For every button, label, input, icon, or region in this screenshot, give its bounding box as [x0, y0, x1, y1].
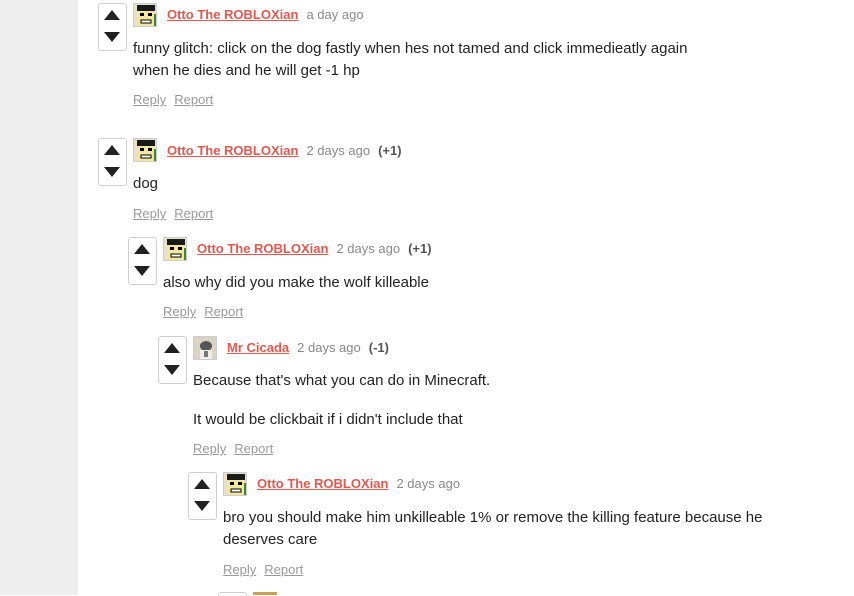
upvote-icon[interactable] [104, 145, 120, 155]
cicada-avatar-icon [194, 337, 216, 359]
author-link[interactable]: Otto The ROBLOXian [257, 476, 388, 491]
reply-link[interactable]: Reply [193, 441, 226, 456]
author-link[interactable]: Otto The ROBLOXian [167, 143, 298, 158]
robloxian-avatar-icon [224, 473, 246, 495]
author-link[interactable]: Otto The ROBLOXian [197, 241, 328, 256]
score-badge: (+1) [408, 241, 432, 256]
avatar[interactable] [133, 3, 157, 27]
downvote-icon[interactable] [104, 167, 120, 177]
avatar[interactable] [193, 336, 217, 360]
robloxian-avatar-icon [134, 4, 156, 26]
upvote-icon[interactable] [104, 10, 120, 20]
score-badge: (+1) [378, 143, 402, 158]
comment-text-line: funny glitch: click on the dog fastly wh… [133, 40, 688, 57]
comment-text-line: deserves care [223, 531, 318, 548]
comment-text-line: bro you should make him unkilleable 1% o… [223, 509, 763, 526]
comment-body: Because that's what you can do in Minecr… [193, 370, 490, 431]
avatar[interactable] [223, 472, 247, 496]
comment-text-line: Because that's what you can do in Minecr… [193, 372, 491, 389]
report-link[interactable]: Report [264, 562, 303, 577]
timestamp: 2 days ago [297, 340, 361, 355]
avatar[interactable] [163, 237, 187, 261]
vote-controls [188, 472, 217, 520]
comment-actions: Reply Report [193, 441, 281, 457]
downvote-icon[interactable] [134, 266, 150, 276]
vote-controls [98, 3, 127, 51]
reply-link[interactable]: Reply [133, 92, 166, 107]
upvote-icon[interactable] [164, 343, 180, 353]
comment-actions: Reply Report [133, 206, 221, 222]
comment-actions: Reply Report [133, 92, 221, 108]
report-link[interactable]: Report [174, 92, 213, 107]
comment-text-line: It would be clickbait if i didn't includ… [193, 411, 463, 428]
downvote-icon[interactable] [104, 32, 120, 42]
comment-meta: Otto The ROBLOXian a day ago [167, 7, 364, 23]
next-comment-votes-partial [218, 592, 247, 596]
score-badge: (-1) [368, 340, 389, 355]
upvote-icon[interactable] [134, 244, 150, 254]
avatar[interactable] [133, 138, 157, 162]
comment-meta: Mr Cicada 2 days ago (-1) [227, 340, 389, 356]
comment-meta: Otto The ROBLOXian 2 days ago (+1) [197, 241, 432, 257]
downvote-icon[interactable] [194, 501, 210, 511]
comment-body: bro you should make him unkilleable 1% o… [223, 507, 762, 551]
downvote-icon[interactable] [164, 365, 180, 375]
timestamp: 2 days ago [336, 241, 401, 256]
comment-text-line: dog [133, 175, 159, 192]
vote-controls [158, 336, 187, 384]
comment-actions: Reply Report [223, 562, 311, 578]
comment-text-line: when he dies and he will get -1 hp [133, 62, 360, 79]
left-margin-bar [0, 0, 78, 595]
comment-text-line: also why did you make the wolf killeable [163, 274, 429, 291]
author-link[interactable]: Otto The ROBLOXian [167, 7, 298, 22]
report-link[interactable]: Report [234, 441, 273, 456]
comment-body: also why did you make the wolf killeable [163, 272, 429, 294]
comment-actions: Reply Report [163, 304, 251, 320]
reply-link[interactable]: Reply [223, 562, 256, 577]
robloxian-avatar-icon [134, 139, 156, 161]
reply-link[interactable]: Reply [133, 206, 166, 221]
author-link[interactable]: Mr Cicada [227, 340, 289, 355]
comment-meta: Otto The ROBLOXian 2 days ago [257, 476, 460, 492]
timestamp: 2 days ago [306, 143, 371, 158]
vote-controls [128, 237, 157, 285]
comment-body: funny glitch: click on the dog fastly wh… [133, 38, 687, 82]
report-link[interactable]: Report [174, 206, 213, 221]
robloxian-avatar-icon [164, 238, 186, 260]
comment-body: dog [133, 173, 158, 195]
report-link[interactable]: Report [204, 304, 243, 319]
timestamp: 2 days ago [396, 476, 461, 491]
timestamp: a day ago [306, 7, 364, 22]
upvote-icon[interactable] [194, 479, 210, 489]
reply-link[interactable]: Reply [163, 304, 196, 319]
comment-meta: Otto The ROBLOXian 2 days ago (+1) [167, 143, 402, 159]
vote-controls [98, 138, 127, 186]
